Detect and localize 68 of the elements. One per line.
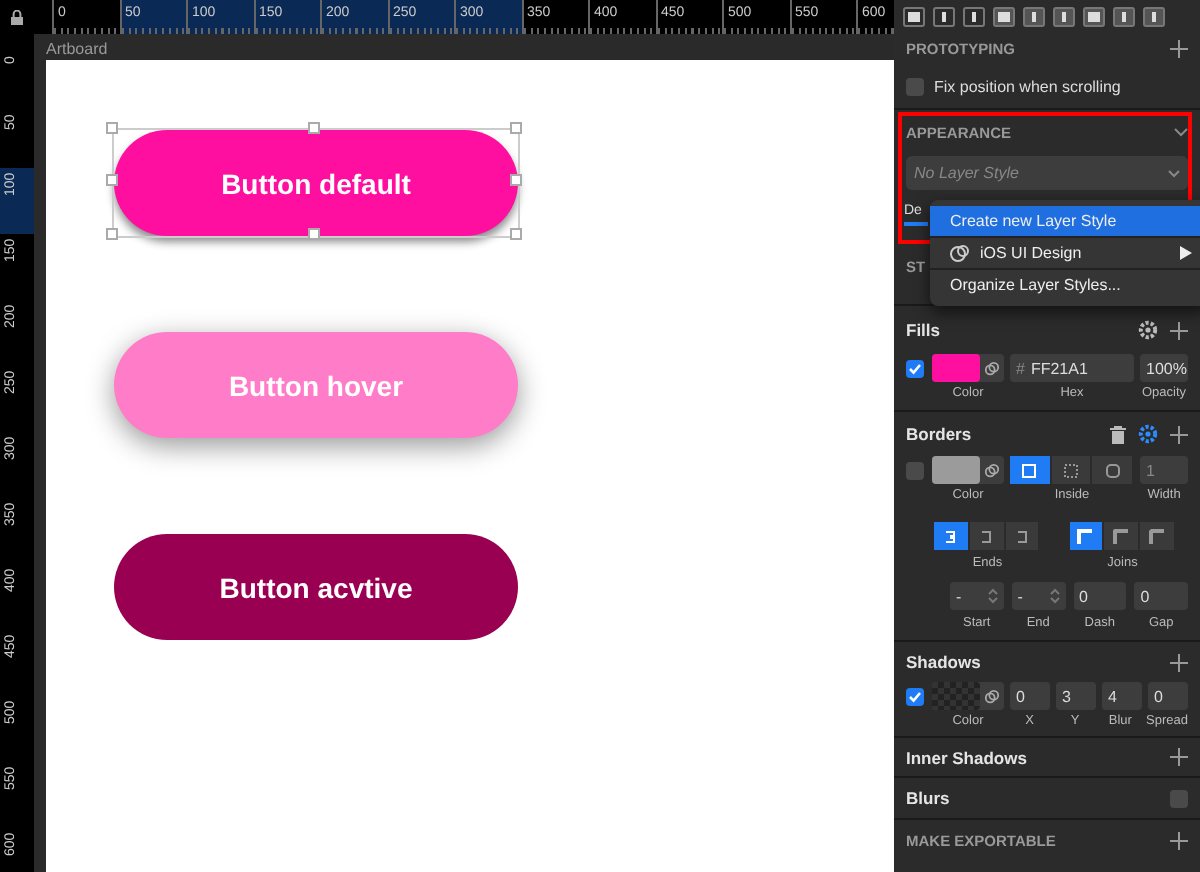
color-picker[interactable] (932, 682, 1004, 710)
color-swatch[interactable] (932, 354, 980, 382)
border-position-icon (1020, 461, 1039, 479)
menu-item[interactable]: iOS UI Design (930, 238, 1200, 270)
opacity-field[interactable]: 100% (1140, 354, 1188, 382)
hex-field[interactable]: # FF21A1 (1010, 354, 1134, 382)
section-title: Blurs (906, 788, 950, 808)
number-field[interactable]: 3 (1056, 682, 1096, 710)
align-icon[interactable] (992, 6, 1016, 28)
trash-icon[interactable] (1110, 425, 1126, 443)
artboard-title: Artboard (46, 40, 108, 60)
menu-item[interactable]: Organize Layer Styles... (930, 270, 1200, 300)
number-field[interactable]: 0 (1134, 582, 1188, 610)
plus-icon[interactable] (1170, 425, 1188, 443)
checkbox[interactable] (906, 687, 924, 705)
align-icon[interactable] (1082, 6, 1106, 28)
number-field[interactable]: 4 (1102, 682, 1142, 710)
checkbox[interactable] (906, 77, 924, 95)
color-picker[interactable] (932, 354, 1004, 382)
plus-icon[interactable] (1170, 748, 1188, 766)
plus-icon[interactable] (1170, 653, 1188, 671)
plus-icon[interactable] (1170, 40, 1188, 58)
section-title: Borders (906, 424, 972, 444)
library-icon (950, 244, 970, 262)
plus-icon[interactable] (1170, 321, 1188, 339)
color-mode-icon[interactable] (984, 461, 1000, 479)
pill-button[interactable]: Button acvtive (114, 534, 518, 640)
align-icon[interactable] (1022, 6, 1046, 28)
checkbox[interactable] (906, 461, 924, 479)
lock-icon[interactable] (10, 9, 24, 25)
color-swatch[interactable] (932, 682, 980, 710)
align-icon[interactable] (1052, 6, 1076, 28)
color-mode-icon[interactable] (984, 359, 1000, 377)
line-end-button[interactable] (934, 522, 970, 550)
align-icon[interactable] (902, 6, 926, 28)
color-swatch[interactable] (932, 456, 980, 484)
number-field[interactable]: 0 (1073, 582, 1127, 610)
align-icon[interactable] (1112, 6, 1136, 28)
chevron-icon (1168, 169, 1180, 177)
stepper-field[interactable]: - (1011, 582, 1065, 610)
align-icon[interactable] (932, 6, 956, 28)
number-field[interactable]: 0 (1010, 682, 1050, 710)
chevron-icon[interactable] (1174, 128, 1188, 138)
settings-icon[interactable] (1138, 424, 1158, 444)
number-field[interactable]: 0 (1148, 682, 1188, 710)
submenu-arrow-icon (1180, 246, 1192, 260)
align-icon[interactable] (962, 6, 986, 28)
line-join-button[interactable] (1069, 522, 1105, 550)
checkbox[interactable] (906, 359, 924, 377)
section-title: Shadows (906, 652, 981, 672)
border-position-button[interactable] (1010, 456, 1052, 484)
color-picker[interactable] (932, 456, 1004, 484)
stepper-icon[interactable] (987, 588, 998, 604)
stepper-icon[interactable] (1049, 588, 1059, 604)
plus-icon[interactable] (1170, 831, 1188, 849)
checkbox-label: Fix position when scrolling (934, 77, 1121, 95)
pill-button[interactable]: Button default (114, 130, 518, 236)
section-title: Inner Shadows (906, 747, 1027, 767)
menu-item[interactable]: Create new Layer Style (930, 206, 1200, 238)
color-mode-icon[interactable] (984, 687, 1000, 705)
line-end-icon (941, 527, 960, 545)
checkbox[interactable] (1170, 789, 1188, 807)
stepper-field[interactable]: - (950, 582, 1004, 610)
align-icon[interactable] (1142, 6, 1166, 28)
border-position-icon (1103, 461, 1122, 479)
border-position-icon (1062, 461, 1080, 479)
section-title: Fills (906, 320, 941, 340)
settings-icon[interactable] (1138, 320, 1158, 340)
